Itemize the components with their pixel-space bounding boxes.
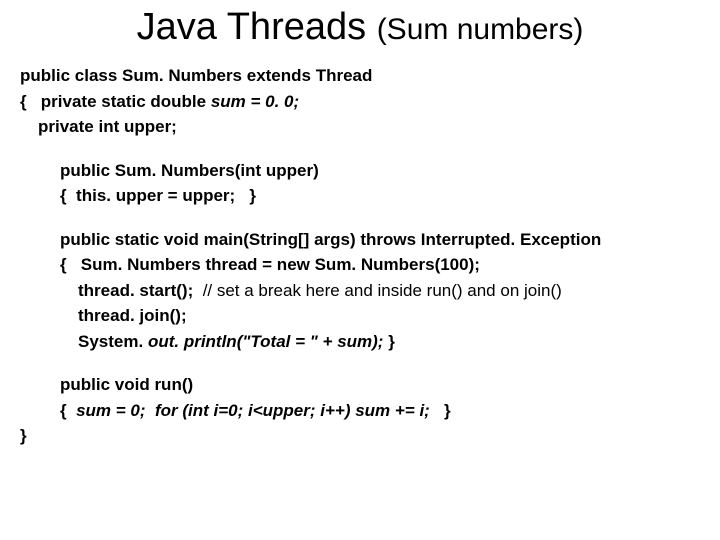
code-line: thread. start(); // set a break here and… (20, 278, 700, 304)
code-text: thread. start(); (78, 281, 203, 300)
code-text: } (444, 401, 451, 420)
code-text: { (60, 401, 76, 420)
code-text: { private static double (20, 92, 211, 111)
code-text: out. println("Total = " + sum); (148, 332, 388, 351)
title-sub: (Sum numbers) (377, 13, 584, 46)
code-text: sum = 0; for (int i=0; i<upper; i++) sum… (76, 401, 444, 420)
code-line: { sum = 0; for (int i=0; i<upper; i++) s… (20, 398, 700, 424)
code-line: { this. upper = upper; } (20, 183, 700, 209)
slide: Java Threads (Sum numbers) public class … (0, 0, 720, 469)
code-text: sum = 0. 0; (211, 92, 299, 111)
code-text: System. (78, 332, 148, 351)
code-line: System. out. println("Total = " + sum); … (20, 329, 700, 355)
code-line: public class Sum. Numbers extends Thread (20, 63, 700, 89)
code-line: public Sum. Numbers(int upper) (20, 158, 700, 184)
title-main: Java Threads (137, 6, 377, 48)
blank-line (20, 140, 700, 158)
code-line: public static void main(String[] args) t… (20, 227, 700, 253)
code-block: public class Sum. Numbers extends Thread… (20, 63, 700, 449)
code-text: } (388, 332, 395, 351)
code-line: public void run() (20, 372, 700, 398)
code-line: { private static double sum = 0. 0; (20, 89, 700, 115)
blank-line (20, 209, 700, 227)
blank-line (20, 354, 700, 372)
code-line: thread. join(); (20, 303, 700, 329)
code-comment: // set a break here and inside run() and… (203, 281, 562, 300)
code-line: } (20, 423, 700, 449)
code-line: private int upper; (20, 114, 700, 140)
slide-title: Java Threads (Sum numbers) (20, 6, 700, 49)
code-line: { Sum. Numbers thread = new Sum. Numbers… (20, 252, 700, 278)
